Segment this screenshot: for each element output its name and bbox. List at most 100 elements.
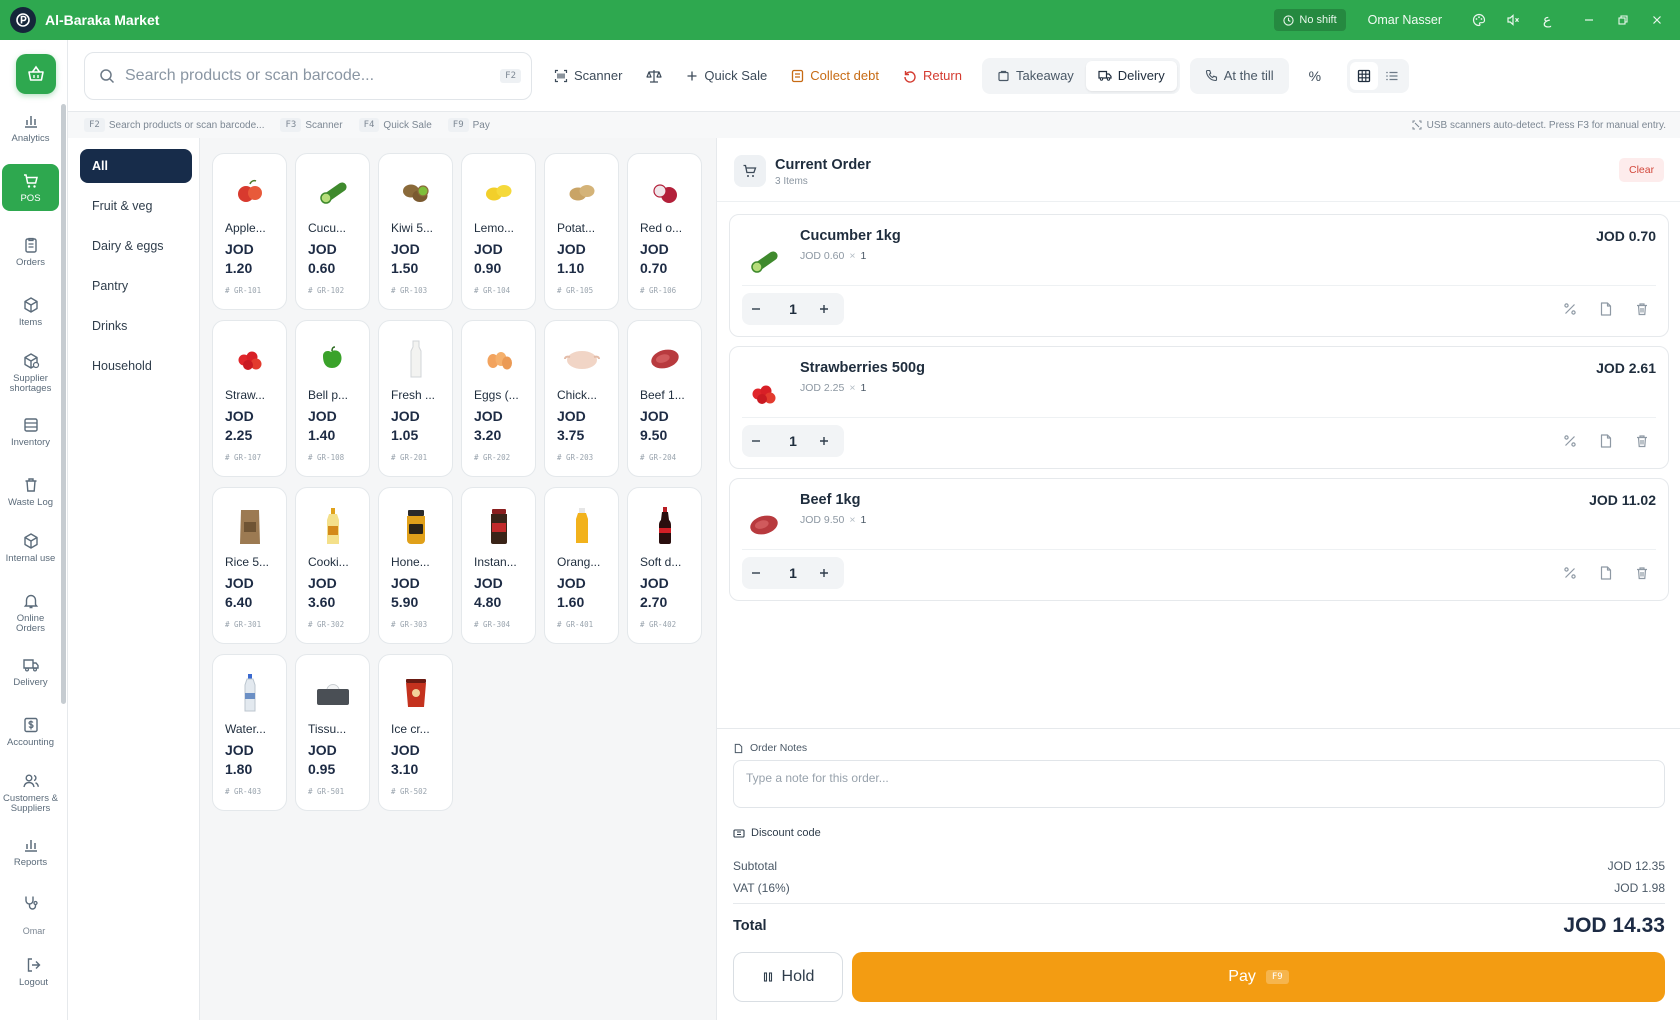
sidebar-item-customers-suppliers[interactable]: Customers & Suppliers — [2, 772, 59, 815]
percent-icon[interactable] — [1562, 565, 1578, 581]
product-card[interactable]: Hone... JOD 5.90 # GR-303 — [378, 487, 453, 644]
product-name: Rice 5... — [225, 555, 270, 569]
product-card[interactable]: Rice 5... JOD 6.40 # GR-301 — [212, 487, 287, 644]
minimize-icon[interactable] — [1572, 0, 1606, 40]
product-card[interactable]: Straw... JOD 2.25 # GR-107 — [212, 320, 287, 477]
percent-icon[interactable] — [1562, 433, 1578, 449]
product-card[interactable]: Instan... JOD 4.80 # GR-304 — [461, 487, 536, 644]
sidebar-item-inventory[interactable]: Inventory — [2, 416, 59, 448]
product-card[interactable]: Potat... JOD 1.10 # GR-105 — [544, 153, 619, 310]
product-card[interactable]: Red o... JOD 0.70 # GR-106 — [627, 153, 702, 310]
category-pantry[interactable]: Pantry — [80, 269, 192, 303]
sidebar-item-analytics[interactable]: Analytics — [2, 112, 59, 144]
return-button[interactable]: Return — [891, 59, 974, 93]
mute-icon[interactable] — [1496, 0, 1530, 40]
language-icon[interactable]: ع — [1530, 0, 1564, 40]
product-card[interactable]: Eggs (... JOD 3.20 # GR-202 — [461, 320, 536, 477]
discount-code-button[interactable]: Discount code — [733, 827, 821, 839]
scale-button[interactable] — [634, 59, 674, 93]
category-drinks[interactable]: Drinks — [80, 309, 192, 343]
pay-button[interactable]: Pay F9 — [852, 952, 1665, 1002]
close-icon[interactable] — [1640, 0, 1674, 40]
product-card[interactable]: Soft d... JOD 2.70 # GR-402 — [627, 487, 702, 644]
pause-icon — [762, 971, 774, 983]
basket-button[interactable] — [16, 54, 56, 94]
product-card[interactable]: Lemo... JOD 0.90 # GR-104 — [461, 153, 536, 310]
discount-button[interactable]: % — [1297, 59, 1333, 93]
order-line-name: Strawberries 500g — [800, 360, 925, 376]
note-icon[interactable] — [1598, 565, 1614, 581]
product-card[interactable]: Orang... JOD 1.60 # GR-401 — [544, 487, 619, 644]
category-fruit-veg[interactable]: Fruit & veg — [80, 189, 192, 223]
sidebar-item-waste-log[interactable]: Waste Log — [2, 476, 59, 508]
sidebar-item-reports[interactable]: Reports — [2, 836, 59, 868]
product-card[interactable]: Kiwi 5... JOD 1.50 # GR-103 — [378, 153, 453, 310]
sidebar-item-orders[interactable]: Orders — [2, 236, 59, 268]
product-card[interactable]: Apple... JOD 1.20 # GR-101 — [212, 153, 287, 310]
category-dairy-eggs[interactable]: Dairy & eggs — [80, 229, 192, 263]
sidebar-item-supplier-shortages[interactable]: Supplier shortages — [2, 352, 59, 395]
decrease-button[interactable] — [750, 435, 768, 447]
quantity-value[interactable]: 1 — [789, 301, 797, 317]
search-box[interactable]: F2 — [84, 51, 532, 100]
scan-icon — [554, 69, 568, 83]
scanner-button[interactable]: Scanner — [542, 59, 634, 93]
product-card[interactable]: Beef 1... JOD 9.50 # GR-204 — [627, 320, 702, 477]
delivery-option[interactable]: Delivery — [1085, 60, 1177, 91]
decrease-button[interactable] — [750, 567, 768, 579]
increase-button[interactable] — [818, 567, 836, 579]
list-view-button[interactable] — [1378, 62, 1406, 90]
logout-button[interactable]: Logout — [5, 956, 62, 988]
palette-icon[interactable] — [1462, 0, 1496, 40]
shortcut-label: Scanner — [305, 119, 343, 131]
product-card[interactable]: Bell p... JOD 1.40 # GR-108 — [295, 320, 370, 477]
sidebar-item-internal-use[interactable]: Internal use — [2, 532, 59, 564]
product-card[interactable]: Water... JOD 1.80 # GR-403 — [212, 654, 287, 811]
takeaway-option[interactable]: Takeaway — [985, 61, 1086, 91]
product-card[interactable]: Cucu... JOD 0.60 # GR-102 — [295, 153, 370, 310]
sidebar-item-items[interactable]: Items — [2, 296, 59, 328]
quantity-value[interactable]: 1 — [789, 433, 797, 449]
sidebar-scrollbar[interactable] — [61, 104, 66, 704]
grid-view-button[interactable] — [1350, 61, 1379, 90]
product-card[interactable]: Tissu... JOD 0.95 # GR-501 — [295, 654, 370, 811]
shift-status-badge[interactable]: No shift — [1274, 9, 1346, 31]
trash-icon[interactable] — [1634, 433, 1650, 449]
order-line-unit: JOD 0.60 × 1 — [800, 250, 866, 262]
sidebar-item-pos[interactable]: POS — [2, 164, 59, 212]
user-name[interactable]: Omar Nasser — [1368, 13, 1442, 27]
category-household[interactable]: Household — [80, 349, 192, 383]
hold-button[interactable]: Hold — [733, 952, 843, 1002]
sidebar-item-label: Customers & Suppliers — [3, 793, 58, 815]
product-card[interactable]: Fresh ... JOD 1.05 # GR-201 — [378, 320, 453, 477]
product-card[interactable]: Chick... JOD 3.75 # GR-203 — [544, 320, 619, 477]
order-notes-input[interactable] — [733, 760, 1665, 808]
sidebar-item-accounting[interactable]: Accounting — [2, 716, 59, 748]
shortcut-quick-sale: F4 Quick Sale — [358, 118, 432, 132]
quantity-value[interactable]: 1 — [789, 565, 797, 581]
clear-order-button[interactable]: Clear — [1619, 158, 1665, 182]
quick-sale-button[interactable]: Quick Sale — [674, 59, 779, 93]
product-price: 2.25 — [225, 427, 253, 443]
at-the-till-option[interactable]: At the till — [1193, 61, 1286, 91]
search-input[interactable] — [125, 66, 501, 85]
product-sku: # GR-203 — [557, 453, 594, 462]
trash-icon[interactable] — [1634, 301, 1650, 317]
note-icon[interactable] — [1598, 433, 1614, 449]
decrease-button[interactable] — [750, 303, 768, 315]
product-card[interactable]: Cooki... JOD 3.60 # GR-302 — [295, 487, 370, 644]
increase-button[interactable] — [818, 435, 836, 447]
sidebar-item-online-orders[interactable]: Online Orders — [2, 592, 59, 635]
sidebar-item-health[interactable] — [2, 894, 59, 912]
trash-icon[interactable] — [1634, 565, 1650, 581]
note-icon[interactable] — [1598, 301, 1614, 317]
percent-icon[interactable] — [1562, 301, 1578, 317]
product-currency: JOD — [640, 575, 669, 591]
restore-icon[interactable] — [1606, 0, 1640, 40]
sidebar-item-delivery[interactable]: Delivery — [2, 656, 59, 688]
product-card[interactable]: Ice cr... JOD 3.10 # GR-502 — [378, 654, 453, 811]
collect-debt-button[interactable]: Collect debt — [779, 59, 891, 93]
undo-icon — [903, 69, 917, 83]
increase-button[interactable] — [818, 303, 836, 315]
category-all[interactable]: All — [80, 149, 192, 183]
